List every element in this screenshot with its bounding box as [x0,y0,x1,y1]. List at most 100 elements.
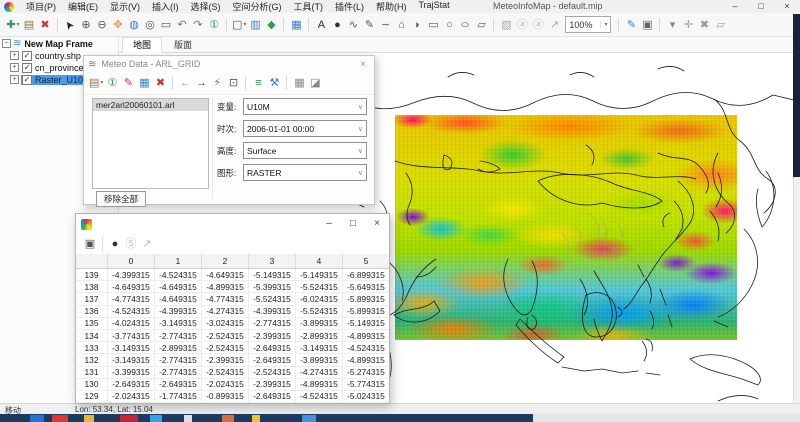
column-header[interactable]: 5 [343,254,389,268]
column-header[interactable]: 3 [249,254,296,268]
step-forward-button-icon[interactable]: ⊡ [226,74,240,92]
table-cell[interactable]: -4.399315 [249,305,296,317]
close-button[interactable]: × [774,0,800,13]
variable-select[interactable]: U10M ∨ [243,98,367,115]
layer-checkbox[interactable]: ✓ [22,74,32,85]
table-cell[interactable]: -2.399315 [202,354,249,366]
row-header[interactable]: 138 [76,281,108,293]
move-feature-tool-icon[interactable]: ✛ [681,16,695,34]
table-cell[interactable]: -3.149315 [108,354,155,366]
row-header[interactable]: 135 [76,317,108,329]
table-cell[interactable]: -5.149315 [296,269,343,281]
zoom-level-combo[interactable]: 100% ▾ [565,16,612,33]
table-cell[interactable]: -0.899315 [202,390,249,403]
chart-button-icon[interactable]: ↗ [140,235,154,253]
table-cell[interactable]: -5.149315 [249,269,296,281]
expand-icon[interactable]: + [10,75,19,84]
table-cell[interactable]: -6.024315 [296,293,343,305]
table-cell[interactable]: -1.774315 [155,390,202,403]
windows-taskbar[interactable] [0,414,800,422]
map-image-button-icon[interactable]: ▦ [289,16,303,34]
row-header[interactable]: 139 [76,269,108,281]
rectangle-tool-icon[interactable]: ▭ [426,16,440,34]
table-cell[interactable]: -4.649315 [155,281,202,293]
row-header[interactable]: 134 [76,329,108,342]
point-annotation-tool-icon[interactable]: ● [330,16,344,34]
draw-data-button-icon[interactable]: ✎ [121,74,135,92]
row-header[interactable]: 130 [76,378,108,390]
column-header[interactable]: 2 [202,254,249,268]
text-annotation-tool-icon[interactable]: A [314,16,328,34]
export-map-button-icon[interactable]: ▧ [499,16,513,34]
minimize-button[interactable]: – [722,0,748,13]
taskbar-app-icon[interactable] [222,415,234,422]
lasso-tool-icon[interactable]: ▱ [474,16,488,34]
data-file-list[interactable]: mer2arl20060101.arl [92,98,209,189]
row-header[interactable]: 137 [76,293,108,305]
taskbar-app-icon[interactable] [120,415,138,422]
table-cell[interactable]: -5.524315 [249,293,296,305]
label-button-icon[interactable]: ◆ [264,16,278,34]
data-file-item[interactable]: mer2arl20060101.arl [93,99,208,111]
column-header[interactable]: 0 [108,254,155,268]
expand-icon[interactable]: + [10,51,19,60]
table-cell[interactable]: -2.524315 [202,342,249,354]
table-cell[interactable]: -4.899315 [343,330,389,341]
open-project-button-icon[interactable]: ▤ [22,16,36,34]
point-format-button-icon[interactable]: ● [108,235,122,253]
table-cell[interactable]: -5.899315 [343,306,389,317]
table-cell[interactable]: -3.024315 [202,317,249,329]
table-cell[interactable]: -4.649315 [155,293,202,305]
layer-checkbox[interactable]: ✓ [22,50,32,61]
chart-view-button-icon[interactable]: ◪ [308,74,322,92]
table-cell[interactable]: -2.524315 [202,366,249,378]
table-cell[interactable]: -3.399315 [108,366,155,378]
ellipse-tool-icon[interactable]: ○ [455,16,475,34]
table-cell[interactable]: -4.649315 [202,269,249,281]
row-header[interactable]: 132 [76,354,108,366]
taskbar-app-icon[interactable] [52,415,68,422]
table-cell[interactable]: -4.274315 [202,305,249,317]
zoom-out-tool-icon[interactable]: ⊖ [95,16,109,34]
taskbar-app-icon[interactable] [84,415,94,422]
select-feature-tool-icon[interactable]: ▢ ▾ [232,16,246,34]
table-maximize-button[interactable]: □ [341,214,365,234]
table-cell[interactable]: -2.024315 [108,390,155,403]
table-cell[interactable]: -2.774315 [155,366,202,378]
open-data-file-button-icon[interactable]: ▤ ▾ [89,74,103,92]
table-close-button[interactable]: × [365,214,389,234]
table-cell[interactable]: -3.774315 [108,329,155,342]
table-cell[interactable]: -2.649315 [249,354,296,366]
polyline-tool-icon[interactable]: ∿ [346,16,360,34]
table-cell[interactable]: -5.399315 [249,281,296,293]
table-cell[interactable]: -2.024315 [202,378,249,390]
full-extent-tool-icon[interactable]: ◍ [127,16,141,34]
menubar-item[interactable]: 帮助(H) [370,0,413,13]
legend-list-button-icon[interactable]: ≡ [251,74,265,92]
open-window-button-icon[interactable]: ↗ [547,16,561,34]
table-cell[interactable]: -2.399315 [249,378,296,390]
table-cell[interactable]: -2.649315 [108,378,155,390]
table-cell[interactable]: -4.899315 [202,281,249,293]
row-header[interactable]: 129 [76,390,108,403]
table-cell[interactable]: -3.899315 [296,354,343,366]
remove-data-button-icon[interactable]: ✖ [153,74,167,92]
menubar-item[interactable]: 空间分析(G) [227,0,288,13]
level-select[interactable]: Surface ∨ [243,142,367,159]
grid-corner-cell[interactable] [76,254,108,268]
table-cell[interactable]: -4.399315 [155,305,202,317]
row-header[interactable]: 133 [76,342,108,354]
table-cell[interactable]: -5.024315 [343,391,389,402]
menubar-item[interactable]: 插入(I) [146,0,185,13]
freehand-polygon-tool-icon[interactable]: ◗ [410,16,424,34]
table-cell[interactable]: -4.274315 [296,366,343,378]
curve-tool-icon[interactable]: ∼ [378,16,392,34]
table-cell[interactable]: -4.524315 [108,305,155,317]
table-cell[interactable]: -5.899315 [343,293,389,304]
zoom-in-tool-icon[interactable]: ⊕ [79,16,93,34]
row-header[interactable]: 131 [76,366,108,378]
table-cell[interactable]: -4.649315 [108,281,155,293]
table-cell[interactable]: -2.899315 [155,342,202,354]
data-table-button-icon[interactable]: ▦ [137,74,151,92]
edit-vertices-tool-icon[interactable]: ✎ [624,16,638,34]
